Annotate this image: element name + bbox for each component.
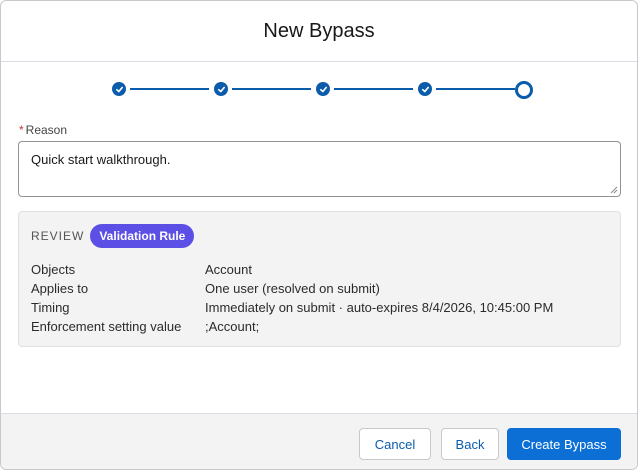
modal-footer: Cancel Back Create Bypass bbox=[1, 413, 637, 469]
step-4-complete-icon bbox=[418, 82, 432, 96]
review-row-label: Timing bbox=[31, 300, 70, 315]
review-row-value: ;Account; bbox=[205, 319, 260, 334]
reason-textarea[interactable]: Quick start walkthrough. bbox=[18, 141, 621, 197]
modal-title: New Bypass bbox=[263, 19, 375, 42]
reason-label-text: Reason bbox=[25, 123, 68, 137]
review-header: REVIEW Validation Rule bbox=[31, 224, 195, 248]
review-row-value: One user (resolved on submit) bbox=[205, 281, 380, 296]
create-bypass-button[interactable]: Create Bypass bbox=[507, 428, 621, 460]
progress-stepper bbox=[1, 81, 637, 99]
step-connector bbox=[334, 88, 413, 90]
review-panel: REVIEW Validation Rule Objects Account A… bbox=[18, 211, 621, 347]
rule-type-badge: Validation Rule bbox=[90, 224, 195, 248]
step-connector bbox=[436, 88, 515, 90]
review-row-enforcement-setting: Enforcement setting value ;Account; bbox=[31, 317, 611, 336]
reason-value: Quick start walkthrough. bbox=[31, 152, 171, 167]
reason-label: * Reason bbox=[19, 123, 67, 137]
review-row-label: Objects bbox=[31, 262, 76, 277]
review-row-objects: Objects Account bbox=[31, 260, 611, 279]
back-button[interactable]: Back bbox=[441, 428, 499, 460]
review-row-value: Immediately on submit · auto-expires 8/4… bbox=[205, 300, 554, 315]
review-row-label: Enforcement setting value bbox=[31, 319, 182, 334]
cancel-button[interactable]: Cancel bbox=[359, 428, 431, 460]
required-marker: * bbox=[19, 123, 24, 137]
step-1-complete-icon bbox=[112, 82, 126, 96]
resize-grip-icon[interactable] bbox=[608, 184, 618, 194]
review-row-applies-to: Applies to One user (resolved on submit) bbox=[31, 279, 611, 298]
step-3-complete-icon bbox=[316, 82, 330, 96]
modal-header: New Bypass bbox=[1, 1, 637, 62]
step-connector bbox=[232, 88, 311, 90]
review-row-timing: Timing Immediately on submit · auto-expi… bbox=[31, 298, 611, 317]
review-title: REVIEW bbox=[31, 229, 85, 243]
step-2-complete-icon bbox=[214, 82, 228, 96]
review-details: Objects Account Applies to One user (res… bbox=[31, 260, 611, 336]
review-row-value: Account bbox=[205, 262, 252, 277]
review-row-label: Applies to bbox=[31, 281, 89, 296]
step-connector bbox=[130, 88, 209, 90]
new-bypass-modal: New Bypass * Reason Quick start walkthrou… bbox=[0, 0, 638, 470]
step-5-current-icon bbox=[515, 81, 533, 99]
